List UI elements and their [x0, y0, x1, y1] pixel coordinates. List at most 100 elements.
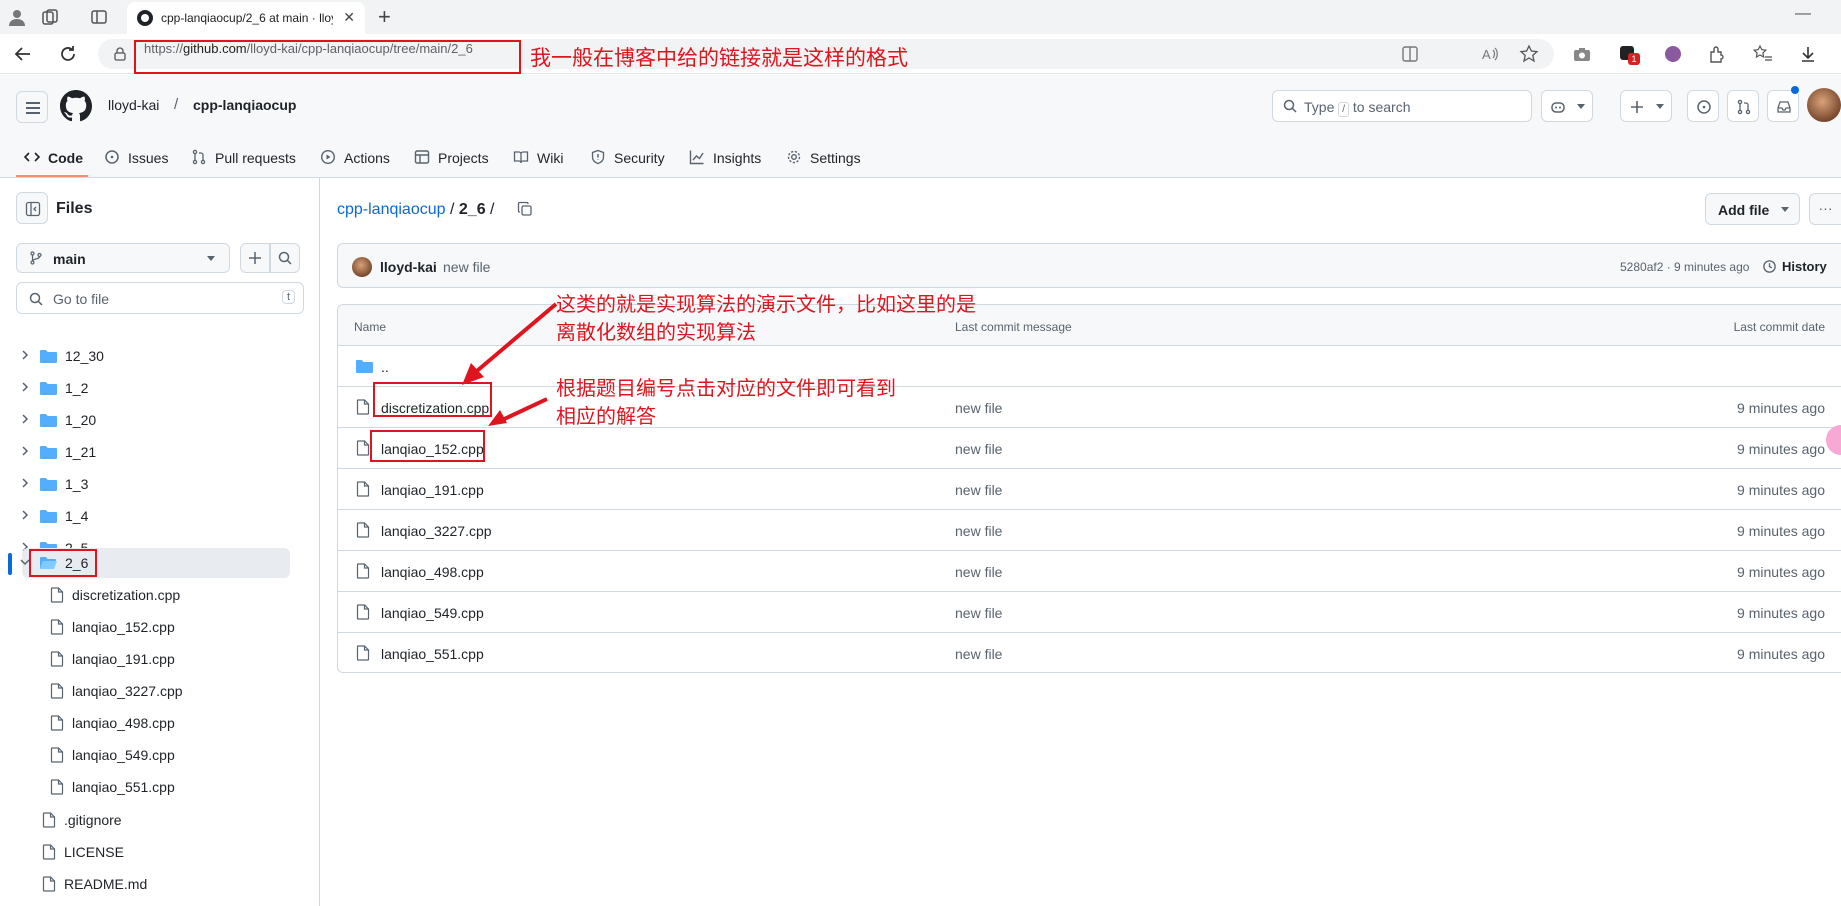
tree-folder[interactable]: 1_20 — [0, 405, 290, 435]
tree-file[interactable]: lanqiao_551.cpp — [0, 772, 290, 802]
sidebar-collapse-icon — [25, 201, 41, 217]
copy-path-icon[interactable] — [517, 201, 533, 217]
shield-icon — [591, 149, 605, 165]
file-commit-message[interactable]: new file — [955, 441, 1002, 457]
extensions-puzzle-icon[interactable] — [1707, 44, 1727, 64]
tree-file[interactable]: lanqiao_498.cpp — [0, 708, 290, 738]
collections-icon[interactable] — [40, 7, 60, 27]
issues-button[interactable] — [1687, 90, 1719, 122]
file-name-link[interactable]: lanqiao_551.cpp — [381, 646, 484, 662]
extension-badge-icon[interactable]: 1 — [1618, 44, 1640, 65]
file-commit-message[interactable]: new file — [955, 605, 1002, 621]
tree-folder[interactable]: 1_21 — [0, 437, 290, 467]
add-file-sidebar-button[interactable] — [240, 243, 270, 273]
copilot-button[interactable] — [1541, 90, 1593, 122]
table-row[interactable]: lanqiao_191.cpp new file 9 minutes ago — [338, 469, 1841, 510]
selected-indicator — [8, 553, 12, 575]
search-input[interactable]: Type / to search — [1272, 90, 1532, 122]
file-icon — [356, 522, 370, 538]
file-name-link[interactable]: lanqiao_498.cpp — [381, 564, 484, 580]
table-row[interactable]: lanqiao_152.cpp new file 9 minutes ago — [338, 428, 1841, 469]
file-icon — [50, 683, 64, 699]
browser-tab-active[interactable]: cpp-lanqiaocup/2_6 at main · lloyd-kai ✕ — [127, 2, 365, 34]
tree-file[interactable]: lanqiao_549.cpp — [0, 740, 290, 770]
tree-file-label: lanqiao_152.cpp — [72, 619, 175, 635]
tree-file-label: LICENSE — [64, 844, 124, 860]
file-commit-message[interactable]: new file — [955, 523, 1002, 539]
tab-actions-label: Actions — [344, 150, 390, 166]
tree-root-file[interactable]: LICENSE — [0, 837, 290, 867]
file-commit-message[interactable]: new file — [955, 400, 1002, 416]
favorite-star-icon[interactable] — [1519, 44, 1539, 64]
tree-folder[interactable]: 12_30 — [0, 341, 290, 371]
repo-owner-link[interactable]: lloyd-kai — [108, 97, 159, 113]
menu-button[interactable] — [16, 91, 48, 123]
refresh-icon[interactable] — [57, 43, 79, 65]
user-avatar[interactable] — [1807, 88, 1841, 122]
table-row[interactable]: lanqiao_549.cpp new file 9 minutes ago — [338, 592, 1841, 633]
search-files-button[interactable] — [270, 243, 300, 273]
plus-icon — [1631, 101, 1643, 113]
commit-meta[interactable]: 5280af2 · 9 minutes ago — [1620, 260, 1749, 274]
file-icon — [356, 481, 370, 497]
tree-file-label: lanqiao_498.cpp — [72, 715, 175, 731]
go-to-file-placeholder: Go to file — [53, 291, 110, 307]
vertical-tabs-icon[interactable] — [89, 7, 109, 27]
back-arrow-icon[interactable] — [12, 43, 34, 65]
download-icon[interactable] — [1798, 44, 1818, 64]
create-new-button[interactable] — [1620, 90, 1672, 122]
tree-file[interactable]: lanqiao_3227.cpp — [0, 676, 290, 706]
file-name-link[interactable]: lanqiao_3227.cpp — [381, 523, 492, 539]
favorites-list-icon[interactable] — [1753, 44, 1773, 64]
split-screen-icon[interactable] — [1400, 44, 1420, 64]
branch-selector[interactable]: main — [16, 243, 230, 273]
table-row[interactable]: lanqiao_3227.cpp new file 9 minutes ago — [338, 510, 1841, 551]
read-aloud-icon[interactable]: A — [1480, 44, 1500, 64]
tree-file[interactable]: lanqiao_152.cpp — [0, 612, 290, 642]
file-name-link[interactable]: lanqiao_191.cpp — [381, 482, 484, 498]
tree-folder-label: 1_20 — [65, 412, 97, 428]
tree-folder[interactable]: 1_2 — [0, 373, 290, 403]
more-options-button[interactable]: ··· — [1809, 193, 1841, 225]
tree-file[interactable]: lanqiao_191.cpp — [0, 644, 290, 674]
breadcrumb-repo-link[interactable]: cpp-lanqiaocup — [337, 201, 446, 218]
breadcrumb-current-dir: 2_6 — [458, 201, 486, 218]
minimize-button[interactable]: — — [1795, 5, 1811, 23]
solution-note-line2: 相应的解答 — [556, 406, 656, 428]
commit-message[interactable]: new file — [443, 259, 490, 275]
lock-icon[interactable] — [114, 47, 126, 61]
commit-author[interactable]: lloyd-kai — [380, 259, 437, 275]
commit-author-avatar[interactable] — [352, 257, 372, 277]
graph-icon — [689, 150, 704, 165]
tree-file[interactable]: discretization.cpp — [0, 580, 290, 610]
parent-dir-link[interactable]: .. — [381, 359, 389, 375]
tree-root-file[interactable]: README.md — [0, 869, 290, 899]
table-row[interactable]: lanqiao_498.cpp new file 9 minutes ago — [338, 551, 1841, 592]
repo-name-link[interactable]: cpp-lanqiaocup — [193, 97, 296, 113]
chevron-down-icon — [207, 256, 215, 261]
file-commit-message[interactable]: new file — [955, 564, 1002, 580]
search-icon — [29, 292, 43, 306]
tree-folder-label: 1_2 — [65, 380, 89, 396]
profile-icon[interactable] — [7, 7, 27, 27]
file-name-link[interactable]: lanqiao_549.cpp — [381, 605, 484, 621]
file-commit-message[interactable]: new file — [955, 646, 1002, 662]
pull-requests-button[interactable] — [1727, 90, 1759, 122]
github-logo-icon[interactable] — [60, 90, 92, 122]
go-to-file-input[interactable]: Go to file t — [16, 282, 304, 314]
inbox-button[interactable] — [1767, 90, 1799, 122]
tree-root-file[interactable]: .gitignore — [0, 805, 290, 835]
folder-icon — [40, 478, 57, 491]
file-commit-message[interactable]: new file — [955, 482, 1002, 498]
add-file-button[interactable]: Add file — [1705, 193, 1800, 225]
table-row[interactable]: lanqiao_551.cpp new file 9 minutes ago — [338, 633, 1841, 672]
tree-folder[interactable]: 1_3 — [0, 469, 290, 499]
screenshot-icon[interactable] — [1572, 44, 1592, 64]
extension-purple-icon[interactable] — [1663, 44, 1683, 64]
file-icon — [42, 844, 56, 860]
tree-folder[interactable]: 1_4 — [0, 501, 290, 531]
file-icon — [42, 812, 56, 828]
collapse-sidebar-button[interactable] — [16, 192, 48, 224]
close-tab-icon[interactable]: ✕ — [343, 9, 355, 26]
new-tab-button[interactable]: + — [378, 4, 391, 30]
